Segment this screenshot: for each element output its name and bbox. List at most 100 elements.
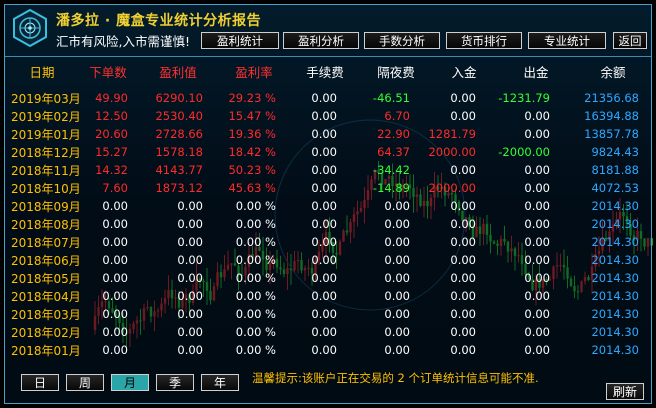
cell-deposit: 0.00 — [450, 253, 476, 267]
column-header-rate: 盈利率 — [235, 65, 273, 80]
cell-swap: 0.00 — [384, 199, 410, 213]
cell-profit: 0.00 — [177, 235, 203, 249]
cell-orders: 15.27 — [95, 145, 128, 159]
cell-deposit: 0.00 — [450, 271, 476, 285]
cell-fee: 0.00 — [311, 109, 337, 123]
cell-deposit: 1281.79 — [428, 127, 476, 141]
cell-withdraw: 0.00 — [524, 289, 550, 303]
back-button[interactable]: 返回 — [613, 32, 647, 49]
cell-balance: 2014.30 — [591, 199, 639, 213]
cell-swap: 0.00 — [384, 217, 410, 231]
cell-deposit: 0.00 — [450, 307, 476, 321]
row-date: 2018年01月 — [11, 344, 81, 358]
period-day-button[interactable]: 日 — [21, 374, 59, 391]
cell-fee: 0.00 — [311, 253, 337, 267]
period-year-button[interactable]: 年 — [201, 374, 239, 391]
cell-withdraw: 0.00 — [524, 109, 550, 123]
cell-balance: 8181.88 — [591, 163, 639, 177]
cell-deposit: 0.00 — [450, 343, 476, 357]
cell-fee: 0.00 — [311, 127, 337, 141]
cell-fee: 0.00 — [311, 145, 337, 159]
cell-profit: 0.00 — [177, 289, 203, 303]
cell-profit: 0.00 — [177, 271, 203, 285]
cell-rate: 0.00 % — [235, 325, 276, 339]
pandora-hexagon-logo-icon — [13, 8, 47, 48]
cell-fee: 0.00 — [311, 289, 337, 303]
cell-fee: 0.00 — [311, 235, 337, 249]
cell-balance: 2014.30 — [591, 271, 639, 285]
page-title: 潘多拉 · 魔盒专业统计分析报告 — [56, 13, 262, 29]
cell-orders: 0.00 — [102, 307, 128, 321]
refresh-button[interactable]: 刷新 — [606, 383, 644, 400]
cell-swap: 0.00 — [384, 307, 410, 321]
risk-warning-text: 汇市有风险,入市需谨慎! — [56, 34, 190, 49]
cell-balance: 21356.68 — [584, 91, 639, 105]
row-date: 2018年08月 — [11, 218, 81, 232]
cell-rate: 15.47 % — [228, 109, 276, 123]
cell-withdraw: 0.00 — [524, 163, 550, 177]
cell-swap: 0.00 — [384, 271, 410, 285]
cell-withdraw: 0.00 — [524, 127, 550, 141]
period-quarter-button[interactable]: 季 — [156, 374, 194, 391]
cell-deposit: 2000.00 — [428, 181, 476, 195]
tab-pro-stats[interactable]: 专业统计 — [528, 32, 606, 49]
cell-orders: 0.00 — [102, 217, 128, 231]
row-date: 2018年05月 — [11, 272, 81, 286]
cell-orders: 12.50 — [95, 109, 128, 123]
row-date: 2018年10月 — [11, 182, 81, 196]
cell-orders: 0.00 — [102, 271, 128, 285]
cell-rate: 29.23 % — [228, 91, 276, 105]
cell-orders: 0.00 — [102, 325, 128, 339]
column-header-fee: 手续费 — [306, 65, 344, 80]
cell-fee: 0.00 — [311, 163, 337, 177]
period-week-button[interactable]: 周 — [66, 374, 104, 391]
row-date: 2018年12月 — [11, 146, 81, 160]
row-date: 2018年09月 — [11, 200, 81, 214]
tab-profit-stats[interactable]: 盈利统计 — [201, 32, 279, 49]
cell-profit: 0.00 — [177, 307, 203, 321]
cell-profit: 0.00 — [177, 217, 203, 231]
cell-deposit: 2000.00 — [428, 145, 476, 159]
cell-profit: 0.00 — [177, 199, 203, 213]
cell-withdraw: 0.00 — [524, 199, 550, 213]
cell-balance: 16394.88 — [584, 109, 639, 123]
cell-fee: 0.00 — [311, 199, 337, 213]
period-month-button[interactable]: 月 — [111, 374, 149, 391]
tab-lots-analysis[interactable]: 手数分析 — [364, 32, 440, 49]
cell-swap: 0.00 — [384, 235, 410, 249]
cell-swap: 0.00 — [384, 325, 410, 339]
row-date: 2018年06月 — [11, 254, 81, 268]
cell-balance: 2014.30 — [591, 307, 639, 321]
cell-balance: 4072.53 — [591, 181, 639, 195]
cell-swap: -46.51 — [372, 91, 410, 105]
cell-profit: 0.00 — [177, 253, 203, 267]
cell-swap: 64.37 — [377, 145, 410, 159]
cell-balance: 13857.78 — [584, 127, 639, 141]
cell-balance: 2014.30 — [591, 253, 639, 267]
row-date: 2018年02月 — [11, 326, 81, 340]
cell-profit: 0.00 — [177, 325, 203, 339]
cell-deposit: 0.00 — [450, 109, 476, 123]
cell-rate: 0.00 % — [235, 199, 276, 213]
tab-currency-ranking[interactable]: 货币排行 — [446, 32, 522, 49]
row-date: 2018年04月 — [11, 290, 81, 304]
cell-swap: 0.00 — [384, 289, 410, 303]
column-header-deposit: 入金 — [451, 65, 477, 80]
tab-profit-analysis[interactable]: 盈利分析 — [283, 32, 359, 49]
cell-orders: 0.00 — [102, 199, 128, 213]
cell-deposit: 0.00 — [450, 235, 476, 249]
cell-orders: 0.00 — [102, 289, 128, 303]
column-header-balance: 余额 — [600, 65, 626, 80]
cell-profit: 2530.40 — [155, 109, 203, 123]
cell-swap: -14.89 — [372, 181, 410, 195]
cell-fee: 0.00 — [311, 217, 337, 231]
cell-withdraw: 0.00 — [524, 271, 550, 285]
cell-deposit: 0.00 — [450, 325, 476, 339]
row-date: 2019年01月 — [11, 128, 81, 142]
cell-withdraw: 0.00 — [524, 217, 550, 231]
cell-orders: 0.00 — [102, 253, 128, 267]
cell-swap: 0.00 — [384, 253, 410, 267]
cell-withdraw: 0.00 — [524, 343, 550, 357]
cell-rate: 19.36 % — [228, 127, 276, 141]
cell-withdraw: 0.00 — [524, 325, 550, 339]
